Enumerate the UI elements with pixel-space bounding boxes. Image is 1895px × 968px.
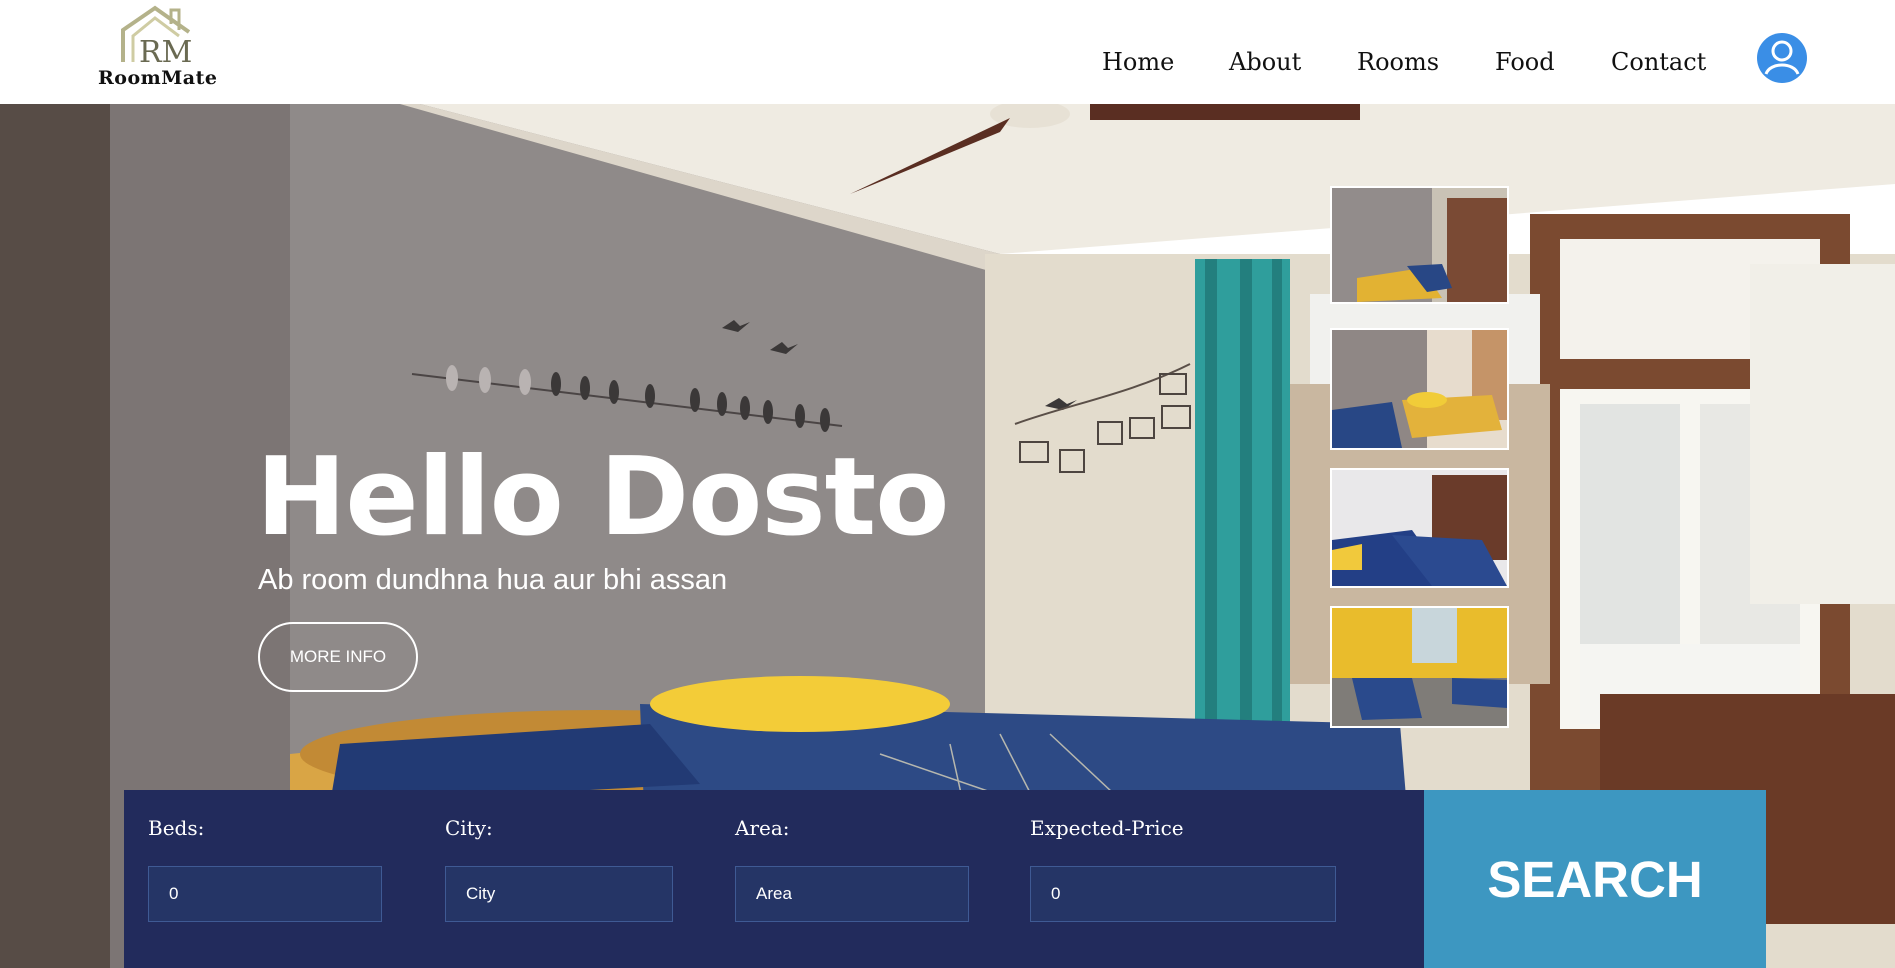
room-thumbnail[interactable] xyxy=(1330,468,1509,588)
nav-home[interactable]: Home xyxy=(1102,48,1174,76)
area-label: Area: xyxy=(735,816,790,840)
nav-food[interactable]: Food xyxy=(1495,48,1555,76)
beds-label: Beds: xyxy=(148,816,205,840)
hero-title: Hello Dosto xyxy=(256,435,949,560)
room-thumbnail[interactable] xyxy=(1330,328,1509,450)
nav-contact[interactable]: Contact xyxy=(1611,48,1706,76)
brand-name: RoomMate xyxy=(98,67,218,89)
city-input[interactable] xyxy=(445,866,673,922)
house-icon: RM xyxy=(121,5,192,70)
expected-price-input[interactable] xyxy=(1030,866,1336,922)
nav-about[interactable]: About xyxy=(1229,48,1301,76)
brand-logo[interactable]: RM RoomMate xyxy=(95,4,220,90)
user-icon xyxy=(1757,33,1807,83)
search-button[interactable]: SEARCH xyxy=(1424,790,1766,968)
more-info-button[interactable]: MORE INFO xyxy=(258,622,418,692)
room-search-form: Beds: City: Area: Expected-Price xyxy=(124,790,1424,968)
expected-price-label: Expected-Price xyxy=(1030,816,1184,840)
nav-rooms[interactable]: Rooms xyxy=(1357,48,1439,76)
room-thumbnail[interactable] xyxy=(1330,186,1509,304)
city-label: City: xyxy=(445,816,493,840)
room-thumbnail[interactable] xyxy=(1330,606,1509,728)
site-header: RM RoomMate Home About Rooms Food Contac… xyxy=(0,0,1895,104)
area-input[interactable] xyxy=(735,866,969,922)
beds-input[interactable] xyxy=(148,866,382,922)
logo-monogram: RM xyxy=(139,35,192,70)
hero-subtitle: Ab room dundhna hua aur bhi assan xyxy=(258,564,728,596)
user-profile-button[interactable] xyxy=(1756,32,1808,84)
